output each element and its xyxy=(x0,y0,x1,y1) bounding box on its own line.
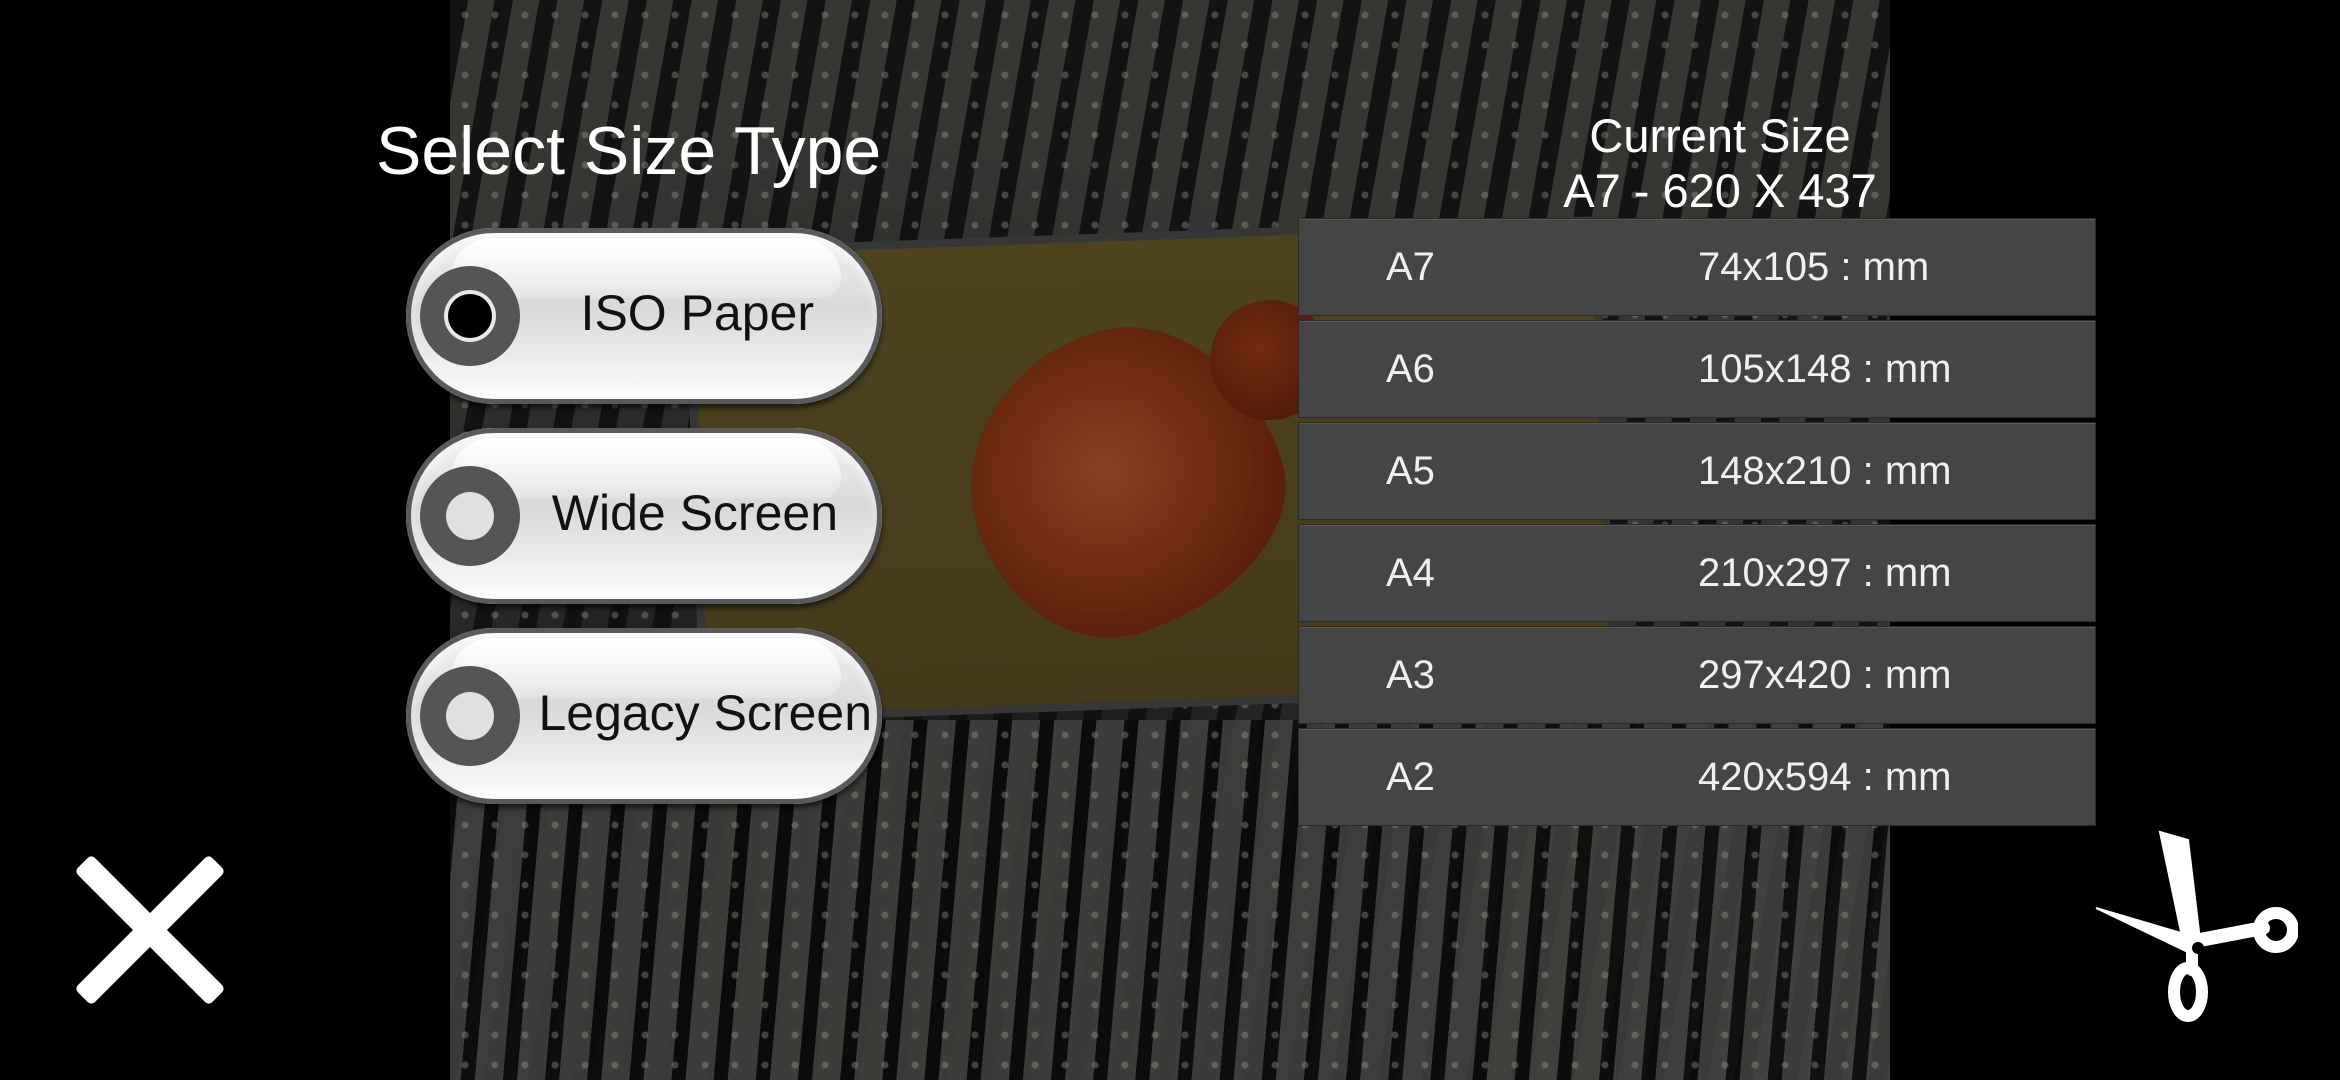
size-type-label: Legacy Screen xyxy=(538,685,872,741)
crop-button[interactable] xyxy=(2088,830,2299,1030)
size-dimensions: 297x420 : mm xyxy=(1698,653,1952,697)
size-row-a2[interactable]: A2 420x594 : mm xyxy=(1298,728,2096,826)
size-type-wide-screen-button[interactable]: Wide Screen xyxy=(406,428,882,604)
scissors-icon xyxy=(2095,830,2299,1022)
size-type-iso-paper-button[interactable]: ISO Paper xyxy=(406,228,882,404)
current-size-value: A7 - 620 X 437 xyxy=(1563,164,1877,217)
size-name: A7 xyxy=(1386,245,1435,289)
radio-unselected-icon xyxy=(420,666,520,766)
size-list: A7 74x105 : mm A6 105x148 : mm A5 148x21… xyxy=(1298,218,2096,830)
size-row-a7[interactable]: A7 74x105 : mm xyxy=(1298,218,2096,316)
size-type-legacy-screen-button[interactable]: Legacy Screen xyxy=(406,628,882,804)
close-button[interactable] xyxy=(70,850,230,1010)
size-dimensions: 148x210 : mm xyxy=(1698,449,1952,493)
size-type-label: ISO Paper xyxy=(580,285,814,341)
size-dimensions: 420x594 : mm xyxy=(1698,755,1952,799)
size-row-a3[interactable]: A3 297x420 : mm xyxy=(1298,626,2096,724)
size-name: A2 xyxy=(1386,755,1435,799)
size-row-a4[interactable]: A4 210x297 : mm xyxy=(1298,524,2096,622)
size-name: A6 xyxy=(1386,347,1435,391)
page-title: Select Size Type xyxy=(376,113,882,189)
size-name: A4 xyxy=(1386,551,1435,595)
size-name: A5 xyxy=(1386,449,1435,493)
size-dimensions: 74x105 : mm xyxy=(1698,245,1930,289)
size-row-a5[interactable]: A5 148x210 : mm xyxy=(1298,422,2096,520)
size-name: A3 xyxy=(1386,653,1435,697)
size-row-a6[interactable]: A6 105x148 : mm xyxy=(1298,320,2096,418)
size-dimensions: 105x148 : mm xyxy=(1698,347,1952,391)
size-dimensions: 210x297 : mm xyxy=(1698,551,1952,595)
size-type-label: Wide Screen xyxy=(551,485,838,541)
current-size-label: Current Size xyxy=(1589,109,1851,162)
close-icon xyxy=(76,856,224,1004)
